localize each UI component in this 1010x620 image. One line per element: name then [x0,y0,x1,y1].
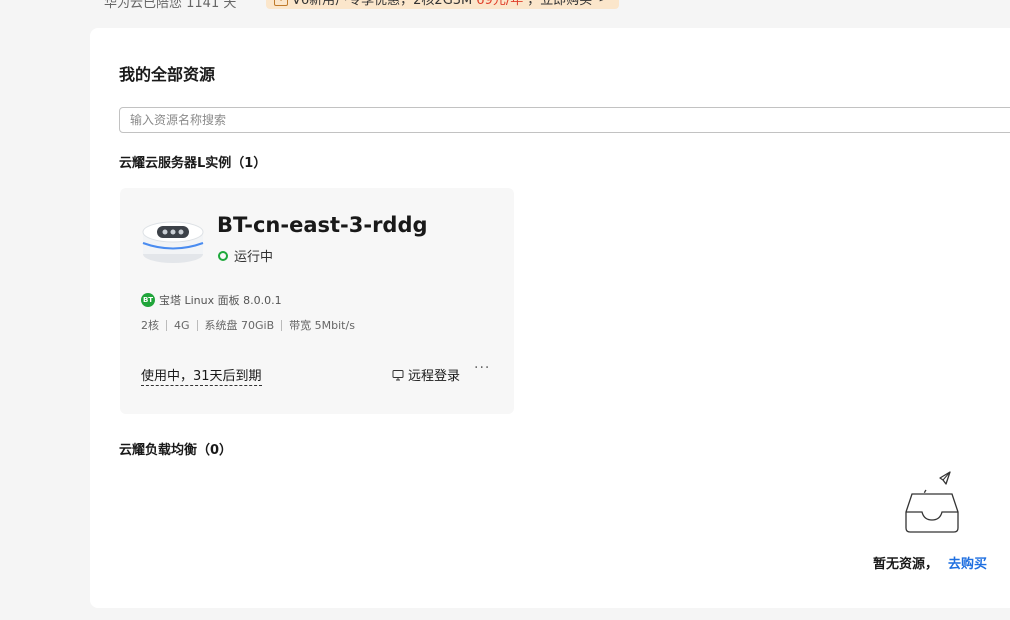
account-days-text: 华为云已陪您 1141 天 [104,0,237,11]
resources-panel: 我的全部资源 云耀云服务器L实例（1） BT-cn-east-3-rddg 运行… [90,28,1010,608]
section-title-ecs: 云耀云服务器L实例（1） [119,156,267,171]
remote-login-button[interactable]: 远程登录 [392,365,460,384]
more-actions-button[interactable]: ··· [474,360,490,376]
top-bar: 华为云已陪您 1141 天 ! V6新用户专享优惠，2核2G3M 69元/年 ，… [0,0,1010,18]
chevron-right-icon: > [598,0,609,6]
promo-text: V6新用户专享优惠，2核2G3M [292,0,473,8]
monitor-icon [392,369,404,380]
search-input[interactable] [119,107,1010,133]
spec-divider [166,319,167,331]
instance-card[interactable]: BT-cn-east-3-rddg 运行中 BT 宝塔 Linux 面板 8.0… [120,188,514,414]
promo-price: 69元/年 [476,0,524,8]
promo-banner[interactable]: ! V6新用户专享优惠，2核2G3M 69元/年 ，立即购买 > [266,0,620,9]
empty-box-icon [905,471,959,533]
instance-name[interactable]: BT-cn-east-3-rddg [217,213,428,237]
remote-login-label: 远程登录 [408,369,461,384]
spec-memory: 4G [174,318,190,332]
status-dot-icon [218,250,228,261]
spec-bandwidth: 带宽 5Mbit/s [289,319,355,332]
promo-cta: ，立即购买 [527,0,593,8]
image-label: 宝塔 Linux 面板 8.0.0.1 [159,294,282,307]
spec-disk: 系统盘 70GiB [204,319,275,332]
spec-divider [281,319,283,331]
buy-link[interactable]: 去购买 [948,557,987,572]
server-icon [142,221,204,263]
empty-text: 暂无资源， [873,557,939,572]
spec-list: 2核 4G 系统盘 70GiB 带宽 5Mbit/s [141,317,355,333]
section-title-elb: 云耀负载均衡（0） [119,443,233,458]
spec-cpu: 2核 [141,319,159,332]
bt-logo-icon: BT [141,293,155,307]
expire-status[interactable]: 使用中，31天后到期 [141,365,262,386]
image-info: BT 宝塔 Linux 面板 8.0.0.1 [141,292,282,308]
gift-icon: ! [274,0,288,6]
spec-divider [196,319,198,331]
instance-status: 运行中 [218,246,273,265]
page-title: 我的全部资源 [119,65,216,84]
status-label: 运行中 [234,250,274,265]
empty-state: 暂无资源， 去购买 [873,553,987,572]
